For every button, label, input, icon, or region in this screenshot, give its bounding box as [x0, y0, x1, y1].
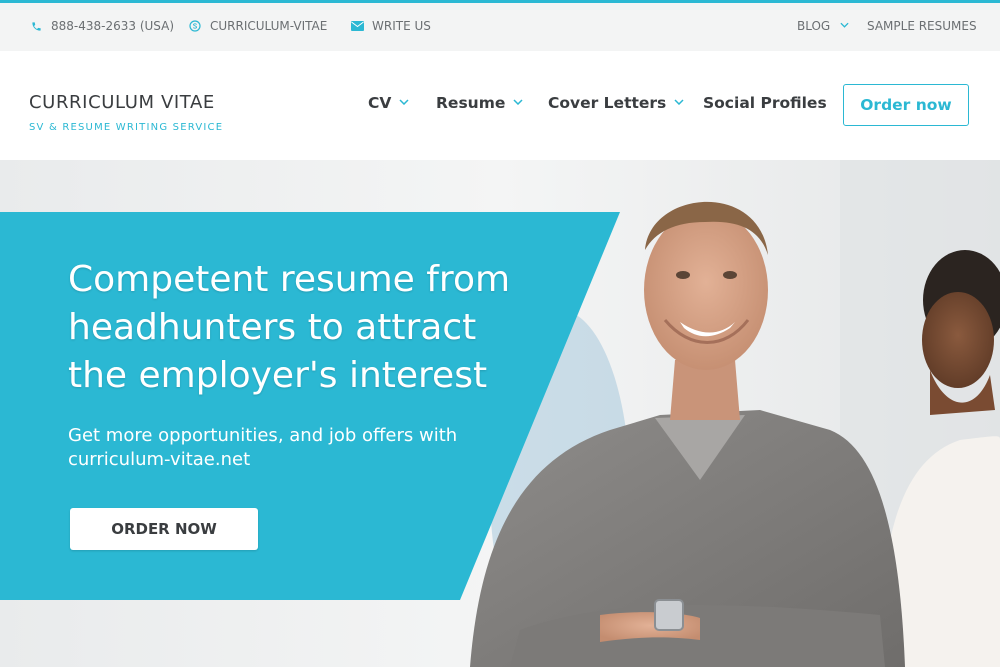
- write-us-text: WRITE US: [372, 19, 431, 33]
- order-now-button[interactable]: Order now: [843, 84, 969, 126]
- site-header: CURRICULUM VITAE SV & RESUME WRITING SER…: [0, 51, 1000, 160]
- hero-title: Competent resume from headhunters to att…: [68, 259, 511, 396]
- nav-item-social-profiles[interactable]: Social Profiles: [703, 94, 827, 112]
- nav-item-label: Social Profiles: [703, 94, 827, 112]
- chevron-down-icon: [674, 98, 684, 108]
- nav-item-label: CV: [368, 94, 392, 112]
- phone-icon: [29, 21, 43, 32]
- brand-subtitle: SV & RESUME WRITING SERVICE: [29, 122, 224, 133]
- sample-resumes-text: SAMPLE RESUMES: [867, 19, 977, 33]
- hero-order-now-button[interactable]: ORDER NOW: [70, 508, 258, 550]
- blog-text: BLOG: [797, 19, 831, 33]
- skype-link[interactable]: CURRICULUM-VITAE: [188, 19, 327, 33]
- mail-icon: [350, 21, 364, 31]
- nav-item-resume[interactable]: Resume: [436, 94, 523, 112]
- write-us-link[interactable]: WRITE US: [350, 19, 431, 33]
- skype-text: CURRICULUM-VITAE: [210, 19, 328, 33]
- phone-link[interactable]: 888-438-2633 (USA): [29, 19, 174, 33]
- hero-section: Competent resume from headhunters to att…: [0, 160, 1000, 667]
- nav-item-cv[interactable]: CV: [368, 94, 409, 112]
- blog-menu[interactable]: BLOG: [797, 19, 849, 33]
- nav-item-label: Resume: [436, 94, 506, 112]
- sample-resumes-link[interactable]: SAMPLE RESUMES: [867, 19, 977, 33]
- nav-item-label: Cover Letters: [548, 94, 667, 112]
- chevron-down-icon: [513, 98, 523, 108]
- hero-subtitle: Get more opportunities, and job offers w…: [68, 425, 458, 470]
- brand-title[interactable]: CURRICULUM VITAE: [29, 92, 215, 113]
- phone-text: 888-438-2633 (USA): [51, 19, 175, 33]
- chevron-down-icon: [840, 21, 849, 31]
- nav-item-cover-letters[interactable]: Cover Letters: [548, 94, 684, 112]
- skype-icon: [188, 20, 202, 32]
- chevron-down-icon: [399, 98, 409, 108]
- top-info-bar: 888-438-2633 (USA) CURRICULUM-VITAE WRIT…: [0, 0, 1000, 51]
